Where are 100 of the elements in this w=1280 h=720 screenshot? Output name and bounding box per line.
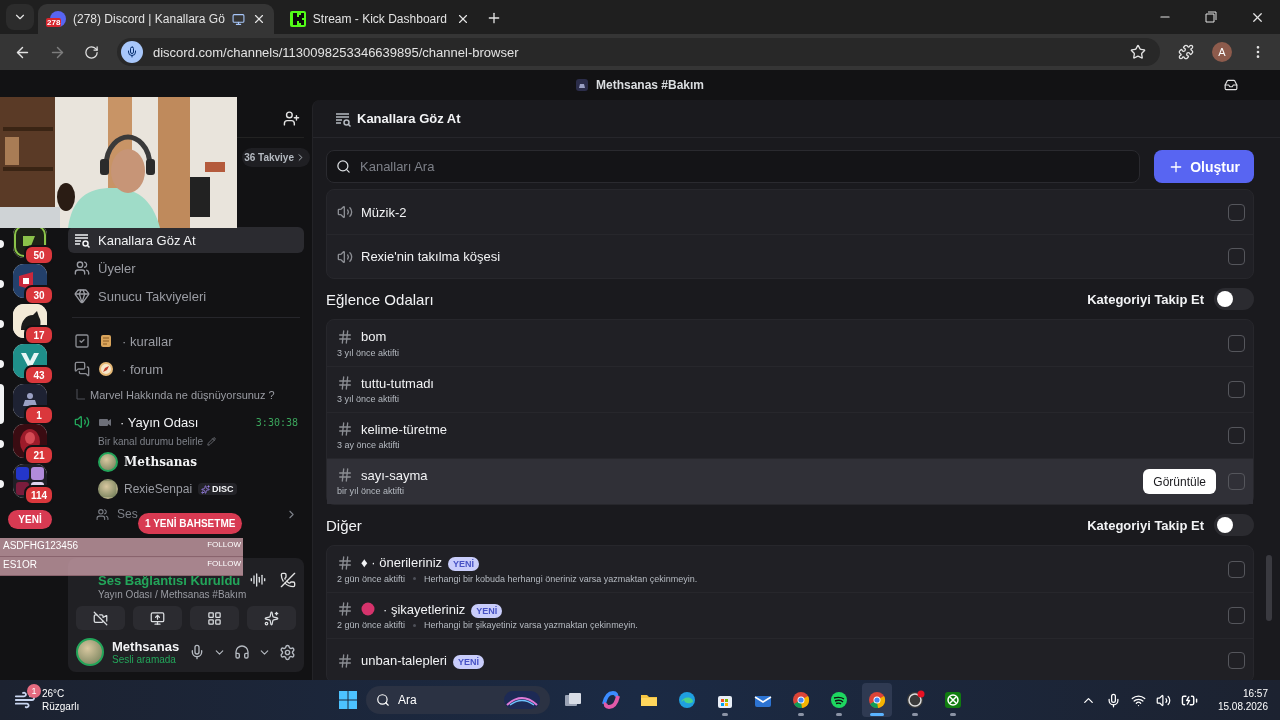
search-icon [376,693,390,707]
channel-item[interactable]: · forum [68,356,304,382]
invite-button[interactable] [283,110,300,127]
inbox-button[interactable] [1224,78,1238,92]
checkbox[interactable] [1228,473,1245,490]
speaker-icon [337,204,353,220]
scrollbar-thumb[interactable] [1266,555,1272,621]
voice-member[interactable]: RexieSenpai DISC [68,476,304,502]
mic-icon[interactable] [1105,692,1121,708]
channel-row[interactable]: Müzik-2 [327,190,1253,234]
checkbox[interactable] [1228,203,1245,221]
new-badge: YENİ [471,603,503,618]
category-title: Eğlence Odaları [326,290,435,308]
channel-name: ♦ · önerileriniz YENİ [361,555,480,570]
mention-pill[interactable]: 1 YENİ BAHSETME [138,513,243,534]
user-icon [96,507,109,521]
profile-avatar[interactable]: A [1212,42,1232,62]
channel-row[interactable]: bom 3 yıl önce aktifti [327,320,1253,366]
scroll-icon [98,333,114,349]
follow-label: Kategoriyi Takip Et [1087,517,1204,533]
checkbox[interactable] [1228,607,1245,624]
notification-badge: 21 [24,445,54,465]
user-avatar [76,638,104,666]
sidebar-item[interactable]: Sunucu Takviyeleri [68,283,304,309]
channel-row[interactable]: ♦ · önerileriniz YENİ 2 gün önce aktifti Herhangi bir kobuda herhangi öneriniz varsa yazmaktan çekinmeyin. [327,546,1253,592]
bookmark-button[interactable] [1130,44,1146,60]
pencil-icon [207,436,217,446]
checkbox[interactable] [1228,652,1245,669]
create-button[interactable]: Oluştur [1154,150,1254,183]
star-icon [1130,44,1146,60]
new-messages-pill[interactable]: YENİ [8,510,52,529]
channel-row[interactable]: sayı-sayma bir yıl önce aktifti Görüntüle [327,458,1253,504]
extensions-button[interactable] [1178,44,1194,60]
record-icon [905,690,925,710]
channel-status-hint[interactable]: Bir kanal durumu belirle [68,434,304,448]
volume-icon[interactable] [1155,692,1171,708]
tab-title: Stream - Kick Dashboard [312,12,448,26]
start-icon[interactable] [338,690,358,710]
guild-tag: DISC [198,483,237,495]
sidebar-item[interactable]: Üyeler [68,255,304,281]
settings-button[interactable] [279,643,296,661]
view-button[interactable]: Görüntüle [1143,469,1216,494]
network-icon[interactable] [1130,692,1146,708]
follow-toggle[interactable] [1214,514,1254,536]
channel-item[interactable]: · kurallar [68,328,304,354]
camera-off-button[interactable] [76,606,125,630]
checkbox[interactable] [1228,334,1245,352]
channel-name: sayı-sayma [361,467,428,483]
checkbox[interactable] [1228,560,1245,578]
browser-tab[interactable]: Stream - Kick Dashboard [277,4,478,34]
sound-waves-icon[interactable] [250,572,266,588]
checkbox[interactable] [1228,248,1245,265]
members-icon [74,260,90,276]
reload-button[interactable] [84,44,99,60]
weather-badge: 1 [27,684,41,698]
soundboard-button[interactable] [247,606,296,630]
search-field[interactable]: Kanalları Ara [326,150,1141,183]
headphones-button[interactable] [234,644,250,660]
reload-icon [84,44,99,60]
connection-status: Ses Bağlantısı Kuruldu [97,572,242,588]
phone-off-icon [280,572,296,588]
sidebar-item[interactable]: Kanallara Göz At [68,227,304,253]
voice-member[interactable]: Methsanas [68,449,304,475]
hash-icon [337,467,353,483]
follow-toggle[interactable] [1214,288,1254,310]
notification-badge: 114 [24,485,54,505]
address-bar[interactable]: discord.com/channels/1130098253346639895/channel-browser [117,38,1160,66]
channel-name: kelime-türetme [361,421,447,437]
taskbar-search[interactable]: Ara [366,686,550,714]
checkbox[interactable] [1228,427,1245,444]
notification-badge: 17 [24,325,54,345]
activities-button[interactable] [190,606,239,630]
mic-icon [189,644,205,660]
wave-circle-icon [677,690,697,710]
channel-row[interactable]: · şikayetleriniz YENİ 2 gün önce aktifti Herhangi bir şikayetiniz varsa yazmaktan çekinmeyin. [327,592,1253,638]
browser-tab[interactable]: 278 (278) Discord | Kanallara Gö [38,4,274,34]
disconnect-button[interactable] [280,572,296,588]
channel-name: unban-talepleri YENİ [361,653,485,668]
taskbar-app[interactable] [862,683,892,717]
checkbox[interactable] [1228,381,1245,398]
speaker-icon [337,248,353,265]
boost-pill[interactable]: 36 Takviye [242,148,310,167]
weather-text: Rüzgarlı [42,700,80,713]
page-title: Kanallara Göz At [357,111,461,126]
connection-location: Yayın Odası / Methsanas #Bakım [97,589,248,600]
channel-row[interactable]: tuttu-tutmadı 3 yıl önce aktifti [327,366,1253,412]
mic-button[interactable] [121,41,143,63]
activity-text: bir yıl önce aktifti [337,486,405,496]
share-screen-button[interactable] [133,606,182,630]
user-status: Sesli aramada [112,654,177,665]
chrome-icon [791,690,811,710]
member-name: RexieSenpai [124,482,193,496]
tab-title: (278) Discord | Kanallara Gö [73,12,225,26]
bridge-icon [504,691,540,709]
mic-button[interactable] [189,644,205,660]
temperature: 26°C [42,687,66,700]
category-title: Diğer [326,516,363,534]
channel-row[interactable]: Rexie'nin takılma köşesi [327,234,1253,278]
clock[interactable]: 16:57 15.08.2026 [1217,687,1268,713]
thread-link[interactable]: Marvel Hakkında ne düşnüyorsunuz ? [68,382,304,408]
